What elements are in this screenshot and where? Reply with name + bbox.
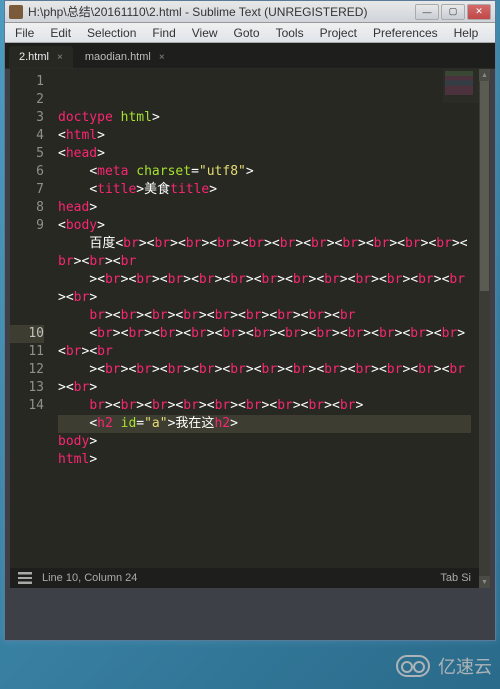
line-number: 11	[10, 343, 44, 361]
scroll-track[interactable]	[479, 81, 490, 576]
code-line: <br><br><br><br><br><br><br><br><br><br>…	[58, 325, 471, 361]
app-window: H:\php\总结\20161110\2.html - Sublime Text…	[4, 0, 496, 641]
code-line: <meta charset="utf8">	[58, 163, 471, 181]
menu-preferences[interactable]: Preferences	[365, 24, 446, 42]
menu-selection[interactable]: Selection	[79, 24, 144, 42]
code-line: br><br><br><br><br><br><br><br><br	[58, 307, 471, 325]
code-line: br><br><br><br><br><br><br><br><br>	[58, 397, 471, 415]
menu-edit[interactable]: Edit	[42, 24, 79, 42]
scroll-down-button[interactable]: ▼	[479, 576, 490, 588]
minimize-button[interactable]: —	[415, 4, 439, 20]
code-line: <html>	[58, 127, 471, 145]
menu-tools[interactable]: Tools	[268, 24, 312, 42]
line-number: 12	[10, 361, 44, 379]
code-line: body>	[58, 433, 471, 451]
tab-label: maodian.html	[85, 51, 151, 63]
scroll-thumb[interactable]	[480, 81, 489, 291]
menu-bar: FileEditSelectionFindViewGotoToolsProjec…	[5, 23, 495, 43]
scroll-up-button[interactable]: ▲	[479, 69, 490, 81]
line-number: 7	[10, 181, 44, 199]
line-number	[10, 307, 44, 325]
close-button[interactable]: ✕	[467, 4, 491, 20]
watermark-logo-icon	[396, 655, 430, 677]
window-title: H:\php\总结\20161110\2.html - Sublime Text…	[28, 3, 415, 20]
line-number: 9	[10, 217, 44, 235]
app-icon	[9, 5, 23, 19]
code-line: doctype html>	[58, 109, 471, 127]
editor[interactable]: 123456789 1011121314 doctype html><html>…	[10, 69, 479, 568]
tab-close-icon[interactable]: ×	[159, 52, 165, 63]
minimap[interactable]	[443, 69, 479, 103]
line-number: 1	[10, 73, 44, 91]
menu-view[interactable]: View	[184, 24, 226, 42]
code-line: head>	[58, 199, 471, 217]
line-number: 6	[10, 163, 44, 181]
line-number: 4	[10, 127, 44, 145]
menu-help[interactable]: Help	[446, 24, 487, 42]
code-line: ><br><br><br><br><br><br><br><br><br><br…	[58, 271, 471, 307]
maximize-button[interactable]: ▢	[441, 4, 465, 20]
line-number	[10, 289, 44, 307]
menu-find[interactable]: Find	[144, 24, 183, 42]
watermark: 亿速云	[396, 653, 492, 679]
menu-goto[interactable]: Goto	[226, 24, 268, 42]
line-number: 2	[10, 91, 44, 109]
cursor-position: Line 10, Column 24	[42, 572, 137, 584]
code-area[interactable]: doctype html><html><head> <meta charset=…	[50, 69, 479, 568]
tab-size[interactable]: Tab Si	[440, 572, 471, 584]
line-number: 5	[10, 145, 44, 163]
line-number	[10, 271, 44, 289]
line-number: 14	[10, 397, 44, 415]
code-line: <body>	[58, 217, 471, 235]
watermark-text: 亿速云	[438, 653, 492, 679]
line-number: 3	[10, 109, 44, 127]
status-bar: Line 10, Column 24 Tab Si	[10, 568, 479, 588]
line-number	[10, 235, 44, 253]
menu-file[interactable]: File	[7, 24, 42, 42]
tab-2-html[interactable]: 2.html ×	[9, 46, 73, 68]
line-number: 10	[10, 325, 44, 343]
tab-bar: 2.html × maodian.html ×	[5, 43, 495, 69]
scrollbar-vertical[interactable]: ▲ ▼	[479, 69, 490, 588]
hamburger-icon[interactable]	[18, 572, 32, 584]
tab-maodian-html[interactable]: maodian.html ×	[75, 46, 175, 68]
code-line: 百度<br><br><br><br><br><br><br><br><br><b…	[58, 235, 471, 271]
menu-project[interactable]: Project	[312, 24, 365, 42]
code-line: <head>	[58, 145, 471, 163]
code-line: ><br><br><br><br><br><br><br><br><br><br…	[58, 361, 471, 397]
line-number: 13	[10, 379, 44, 397]
line-number: 8	[10, 199, 44, 217]
tab-close-icon[interactable]: ×	[57, 52, 63, 63]
line-gutter: 123456789 1011121314	[10, 69, 50, 568]
code-line: <title>美食title>	[58, 181, 471, 199]
code-line: html>	[58, 451, 471, 469]
line-number	[10, 253, 44, 271]
tab-label: 2.html	[19, 51, 49, 63]
titlebar: H:\php\总结\20161110\2.html - Sublime Text…	[5, 1, 495, 23]
code-line: <h2 id="a">我在这h2>	[58, 415, 471, 433]
